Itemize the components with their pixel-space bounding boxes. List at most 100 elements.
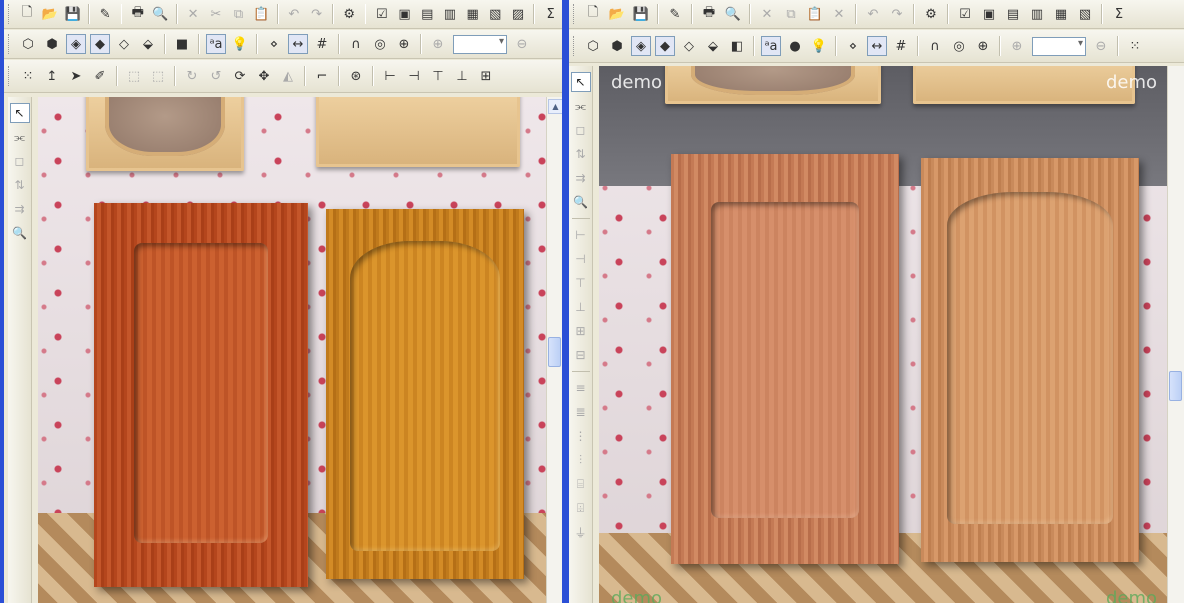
cube-solid-icon[interactable]: ■: [172, 34, 192, 54]
tool-a-icon[interactable]: ⊢: [571, 225, 591, 245]
measure-icon[interactable]: ↔: [867, 36, 887, 56]
corner-icon[interactable]: ⌐: [312, 66, 332, 86]
window-a-icon[interactable]: ▣: [395, 4, 414, 24]
cube-1-icon[interactable]: ⬡: [18, 34, 38, 54]
frame-1-icon[interactable]: ⬚: [124, 66, 144, 86]
target-2-icon[interactable]: ⊕: [973, 36, 993, 56]
mirror-icon[interactable]: ◭: [278, 66, 298, 86]
print-preview-icon[interactable]: 🔍: [151, 4, 170, 24]
move-up-icon[interactable]: ↥: [42, 66, 62, 86]
delete-icon[interactable]: ✕: [829, 4, 849, 24]
3d-viewport-right[interactable]: demo demo demo demo: [599, 66, 1167, 603]
toolbar-grip[interactable]: [8, 66, 12, 86]
cut-icon[interactable]: ✕: [757, 4, 777, 24]
cube-1-icon[interactable]: ⬡: [583, 36, 603, 56]
bulb-icon[interactable]: 💡: [230, 34, 250, 54]
zoom-level-combo[interactable]: [453, 34, 507, 54]
tool-g-icon[interactable]: ≡: [571, 378, 591, 398]
move-icon[interactable]: ✥: [254, 66, 274, 86]
edit-props-icon[interactable]: ✎: [665, 4, 685, 24]
toolbar-grip[interactable]: [573, 36, 577, 56]
shape-icon[interactable]: ◻: [10, 151, 30, 171]
paste-icon[interactable]: 📋: [805, 4, 825, 24]
upper-cabinet-arched[interactable]: [316, 97, 520, 167]
rotate-1-icon[interactable]: ↻: [182, 66, 202, 86]
cube-6-icon[interactable]: ⬙: [138, 34, 158, 54]
sigma-icon[interactable]: Σ: [541, 4, 560, 24]
undo-icon[interactable]: ↶: [285, 4, 304, 24]
text-aa-icon[interactable]: ᵃa: [761, 36, 781, 56]
cube-2-icon[interactable]: ⬢: [607, 36, 627, 56]
distribute-icon[interactable]: ⇉: [10, 199, 30, 219]
pointer-icon[interactable]: ↖: [570, 72, 591, 92]
door-cherry[interactable]: [94, 203, 308, 587]
paste-icon[interactable]: 📋: [252, 4, 271, 24]
cube-4-icon[interactable]: ◆: [655, 36, 675, 56]
print-preview-icon[interactable]: 🔍: [723, 4, 743, 24]
copy-icon[interactable]: ⧉: [781, 4, 801, 24]
target-icon[interactable]: ◎: [370, 34, 390, 54]
open-folder-icon[interactable]: 📂: [40, 4, 59, 24]
snap-icon[interactable]: ⋄: [843, 36, 863, 56]
settings-icon[interactable]: ⚙: [921, 4, 941, 24]
rotate-2-icon[interactable]: ↺: [206, 66, 226, 86]
sigma-icon[interactable]: Σ: [1109, 4, 1129, 24]
new-file-icon[interactable]: 🗋: [583, 4, 603, 24]
grid-dots-icon[interactable]: ⁙: [1125, 36, 1145, 56]
target-3-icon[interactable]: ⊛: [346, 66, 366, 86]
cube-6-icon[interactable]: ⬙: [703, 36, 723, 56]
window-d-icon[interactable]: ▦: [463, 4, 482, 24]
magnet-icon[interactable]: ∩: [346, 34, 366, 54]
target-2-icon[interactable]: ⊕: [394, 34, 414, 54]
cut-icon[interactable]: ✕: [184, 4, 203, 24]
align-3-icon[interactable]: ⊤: [428, 66, 448, 86]
snap-icon[interactable]: ⋄: [264, 34, 284, 54]
scroll-up-arrow[interactable]: ▲: [548, 99, 562, 114]
copy-icon[interactable]: ⧉: [229, 4, 248, 24]
new-file-icon[interactable]: 🗋: [18, 4, 37, 24]
zoom-level-combo[interactable]: [1032, 36, 1086, 56]
tool-c-icon[interactable]: ⊤: [571, 273, 591, 293]
save-icon[interactable]: 💾: [63, 4, 82, 24]
shape-icon[interactable]: ◻: [571, 120, 591, 140]
align-2-icon[interactable]: ⊣: [404, 66, 424, 86]
window-b-icon[interactable]: ▤: [1003, 4, 1023, 24]
cube-7-icon[interactable]: ◧: [727, 36, 747, 56]
align-v-icon[interactable]: ⇅: [10, 175, 30, 195]
align-4-icon[interactable]: ⊥: [452, 66, 472, 86]
print-icon[interactable]: 🖶: [128, 4, 147, 24]
frame-2-icon[interactable]: ⬚: [148, 66, 168, 86]
zoom-out-icon[interactable]: ⊖: [1091, 36, 1111, 56]
door-oak[interactable]: [326, 209, 524, 579]
grid-icon[interactable]: #: [312, 34, 332, 54]
upper-cabinet-glass[interactable]: [86, 97, 244, 171]
toolbar-grip[interactable]: [8, 4, 12, 24]
window-e-icon[interactable]: ▧: [1075, 4, 1095, 24]
window-d-icon[interactable]: ▦: [1051, 4, 1071, 24]
tool-m-icon[interactable]: ⏚: [571, 522, 591, 542]
tool-i-icon[interactable]: ⋮: [571, 426, 591, 446]
door-maple[interactable]: [671, 154, 899, 564]
zoom-in-icon[interactable]: ⊕: [428, 34, 448, 54]
left-vertical-scrollbar[interactable]: ▲: [546, 97, 562, 603]
align-5-icon[interactable]: ⊞: [476, 66, 496, 86]
settings-icon[interactable]: ⚙: [340, 4, 359, 24]
cube-5-icon[interactable]: ◇: [679, 36, 699, 56]
checklist-icon[interactable]: ☑: [955, 4, 975, 24]
window-a-icon[interactable]: ▣: [979, 4, 999, 24]
magnet-icon[interactable]: ∩: [925, 36, 945, 56]
sphere-icon[interactable]: ●: [785, 36, 805, 56]
copy-scissors-icon[interactable]: ✂: [206, 4, 225, 24]
tool-d-icon[interactable]: ⊥: [571, 297, 591, 317]
zoom-out-icon[interactable]: ⊖: [512, 34, 532, 54]
zoom-in-icon[interactable]: ⊕: [1007, 36, 1027, 56]
scroll-thumb-right[interactable]: [1169, 371, 1182, 401]
tool-b-icon[interactable]: ⊣: [571, 249, 591, 269]
rotate-3-icon[interactable]: ⟳: [230, 66, 250, 86]
select-all-icon[interactable]: ⁙: [18, 66, 38, 86]
toolbar-grip[interactable]: [8, 34, 12, 54]
upper-cabinet-right[interactable]: [913, 66, 1135, 104]
tool-f-icon[interactable]: ⊟: [571, 345, 591, 365]
window-c-icon[interactable]: ▥: [441, 4, 460, 24]
upper-cabinet-left[interactable]: [665, 66, 881, 104]
